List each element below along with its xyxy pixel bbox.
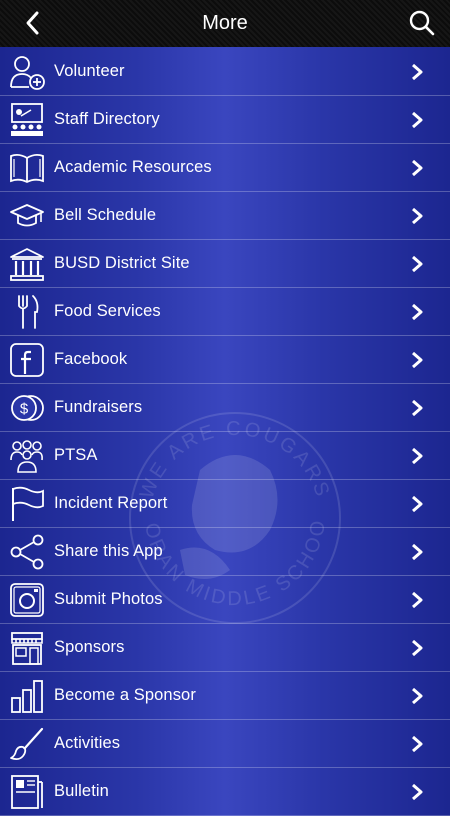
menu-item-label: Share this App (54, 542, 163, 560)
flag-icon (12, 486, 44, 521)
chevron-right-icon (412, 784, 423, 800)
menu-item-label: Submit Photos (54, 590, 163, 608)
menu-item-submit-photos[interactable]: Submit Photos (0, 576, 450, 624)
menu-item-label: Bell Schedule (54, 206, 157, 224)
chevron-right-icon (412, 592, 423, 608)
chevron-right-icon (412, 112, 423, 128)
menu-item-volunteer[interactable]: Volunteer (0, 48, 450, 96)
menu-item-activities[interactable]: Activities (0, 720, 450, 768)
chevron-right-icon (412, 256, 423, 272)
bar-chart-icon (11, 680, 43, 713)
menu-item-bell-schedule[interactable]: Bell Schedule (0, 192, 450, 240)
chevron-right-icon (412, 736, 423, 752)
menu-item-become-a-sponsor[interactable]: Become a Sponsor (0, 672, 450, 720)
chevron-right-icon (412, 688, 423, 704)
page-title: More (202, 12, 248, 34)
top-bar: More (0, 0, 450, 47)
share-icon (10, 534, 44, 570)
menu-item-label: Bulletin (54, 782, 109, 800)
paintbrush-icon (10, 727, 44, 761)
search-icon (409, 10, 435, 36)
menu-item-label: Incident Report (54, 494, 168, 512)
menu-item-facebook[interactable]: Facebook (0, 336, 450, 384)
chevron-right-icon (412, 160, 423, 176)
fork-knife-icon (18, 295, 39, 329)
menu-item-incident-report[interactable]: Incident Report (0, 480, 450, 528)
menu-item-staff-directory[interactable]: Staff Directory (0, 96, 450, 144)
chevron-right-icon (412, 64, 423, 80)
menu-item-label: BUSD District Site (54, 254, 190, 272)
search-button[interactable] (408, 9, 436, 37)
chevron-right-icon (412, 448, 423, 464)
chevron-left-icon (26, 11, 39, 35)
chevron-right-icon (412, 352, 423, 368)
classroom-icon (11, 103, 43, 136)
menu-item-busd-district-site[interactable]: BUSD District Site (0, 240, 450, 288)
chevron-right-icon (412, 496, 423, 512)
chevron-right-icon (412, 400, 423, 416)
group-icon (10, 440, 43, 473)
menu-item-label: Fundraisers (54, 398, 143, 416)
bank-building-icon (10, 248, 44, 281)
newspaper-icon (11, 775, 43, 809)
svg-text:$: $ (20, 401, 29, 418)
coins-icon: $ (11, 395, 44, 421)
menu-item-sponsors[interactable]: Sponsors (0, 624, 450, 672)
menu-item-share-this-app[interactable]: Share this App (0, 528, 450, 576)
add-user-icon (10, 56, 45, 90)
chevron-right-icon (412, 640, 423, 656)
menu-item-label: Food Services (54, 302, 161, 320)
back-button[interactable] (20, 10, 46, 36)
menu-item-label: Staff Directory (54, 110, 160, 128)
menu-item-label: Facebook (54, 350, 128, 368)
menu-item-bulletin[interactable]: Bulletin (0, 768, 450, 816)
menu-item-label: Academic Resources (54, 158, 212, 176)
menu-item-label: Sponsors (54, 638, 125, 656)
menu-item-label: PTSA (54, 446, 98, 464)
chevron-right-icon (412, 208, 423, 224)
facebook-icon (10, 343, 44, 377)
menu-item-label: Become a Sponsor (54, 686, 196, 704)
menu-item-academic-resources[interactable]: Academic Resources (0, 144, 450, 192)
storefront-icon (11, 632, 43, 665)
chevron-right-icon (412, 544, 423, 560)
menu-item-ptsa[interactable]: PTSA (0, 432, 450, 480)
menu-item-label: Volunteer (54, 62, 125, 80)
menu-item-fundraisers[interactable]: $ Fundraisers (0, 384, 450, 432)
menu-list: Volunteer Staff Directory Academic Resou… (0, 48, 450, 816)
chevron-right-icon (412, 304, 423, 320)
instagram-icon (10, 583, 44, 617)
menu-item-food-services[interactable]: Food Services (0, 288, 450, 336)
book-icon (10, 153, 44, 184)
menu-item-label: Activities (54, 734, 121, 752)
graduation-cap-icon (10, 204, 44, 227)
